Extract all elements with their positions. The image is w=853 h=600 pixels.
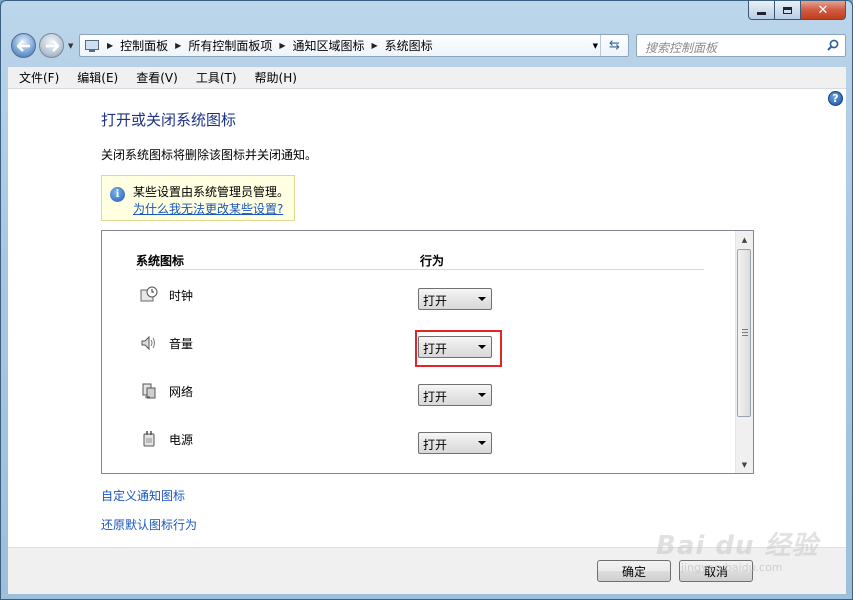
speaker-icon	[141, 335, 155, 351]
item-label-power: 电源	[169, 433, 194, 447]
menu-view[interactable]: 查看(V)	[125, 69, 185, 86]
dropdown-arrow-icon	[478, 393, 486, 397]
menu-file[interactable]: 文件(F)	[8, 69, 66, 86]
behavior-select-power[interactable]: 打开	[418, 432, 492, 454]
list-item: 时钟 打开	[136, 283, 716, 313]
forward-arrow-icon	[45, 39, 59, 52]
chevron-right-icon[interactable]: ▶	[104, 41, 116, 50]
ok-button[interactable]: 确定	[597, 560, 671, 582]
refresh-button[interactable]: ⇆	[600, 35, 628, 56]
page-description: 关闭系统图标将删除该图标并关闭通知。	[101, 148, 318, 162]
scroll-thumb[interactable]	[737, 249, 751, 417]
minimize-icon	[757, 11, 766, 15]
item-label-clock: 时钟	[169, 289, 194, 303]
menu-tools[interactable]: 工具(T)	[185, 69, 244, 86]
computer-icon	[85, 40, 99, 52]
scroll-up-icon[interactable]: ▲	[736, 231, 753, 248]
admin-info-box: i 某些设置由系统管理员管理。 为什么我无法更改某些设置?	[101, 175, 295, 221]
maximize-icon	[783, 6, 792, 14]
column-header-behavior: 行为	[420, 254, 445, 268]
search-placeholder: 搜索控制面板	[645, 41, 718, 55]
why-cannot-change-link[interactable]: 为什么我无法更改某些设置?	[133, 200, 283, 217]
dropdown-arrow-icon	[478, 297, 486, 301]
network-icon	[142, 383, 156, 399]
menu-help[interactable]: 帮助(H)	[244, 69, 304, 86]
chevron-right-icon[interactable]: ▶	[172, 41, 184, 50]
select-value: 打开	[423, 390, 448, 404]
restore-default-behavior-link[interactable]: 还原默认图标行为	[101, 516, 197, 533]
maximize-button[interactable]	[775, 1, 801, 20]
scroll-down-icon[interactable]: ▼	[736, 456, 753, 473]
search-box[interactable]: 搜索控制面板	[636, 34, 846, 57]
button-bar: 确定 取消	[8, 547, 846, 594]
address-dropdown-icon[interactable]: ▼	[593, 42, 598, 50]
chevron-right-icon[interactable]: ▶	[276, 41, 288, 50]
select-value: 打开	[423, 294, 448, 308]
breadcrumb: ▶ 控制面板 ▶ 所有控制面板项 ▶ 通知区域图标 ▶ 系统图标	[104, 35, 437, 56]
breadcrumb-item[interactable]: 系统图标	[381, 37, 437, 54]
search-icon[interactable]	[827, 39, 839, 51]
breadcrumb-item[interactable]: 控制面板	[116, 37, 172, 54]
content-pane: ? 打开或关闭系统图标 关闭系统图标将删除该图标并关闭通知。 i 某些设置由系统…	[8, 89, 846, 547]
help-icon[interactable]: ?	[828, 91, 843, 106]
header-divider	[136, 269, 704, 270]
window-frame: ✕ ▼ ▶ 控制面板 ▶ 所有控制面板项 ▶ 通知区域图标 ▶ 系统图标 ▼ ⇆…	[0, 0, 853, 600]
breadcrumb-item[interactable]: 通知区域图标	[289, 37, 369, 54]
clock-icon	[140, 286, 158, 302]
item-label-network: 网络	[169, 385, 194, 399]
dropdown-arrow-icon	[478, 441, 486, 445]
behavior-select-clock[interactable]: 打开	[418, 288, 492, 310]
menu-edit[interactable]: 编辑(E)	[66, 69, 125, 86]
customize-notification-icons-link[interactable]: 自定义通知图标	[101, 487, 185, 504]
menu-bar: 文件(F) 编辑(E) 查看(V) 工具(T) 帮助(H)	[8, 67, 846, 89]
highlight-box	[415, 330, 502, 367]
chevron-right-icon[interactable]: ▶	[369, 41, 381, 50]
list-item: 电源 打开	[136, 427, 716, 457]
power-icon	[143, 431, 155, 447]
column-header-icon: 系统图标	[136, 254, 185, 268]
grip-icon	[742, 329, 748, 336]
info-icon: i	[110, 187, 125, 202]
admin-info-text: 某些设置由系统管理员管理。	[133, 185, 290, 199]
back-button[interactable]	[11, 33, 36, 58]
back-arrow-icon	[16, 39, 30, 52]
close-button[interactable]: ✕	[801, 1, 846, 20]
list-item: 网络 打开	[136, 379, 716, 409]
system-icons-list: 系统图标 行为 时钟 打开 音量 打开 网络 打开 电源 打开 ▲ ▼	[101, 230, 754, 474]
cancel-button[interactable]: 取消	[679, 560, 753, 582]
close-icon: ✕	[817, 2, 829, 18]
item-label-volume: 音量	[169, 337, 194, 351]
vertical-scrollbar[interactable]: ▲ ▼	[735, 231, 753, 473]
breadcrumb-item[interactable]: 所有控制面板项	[184, 37, 276, 54]
caption-buttons: ✕	[748, 1, 846, 21]
behavior-select-network[interactable]: 打开	[418, 384, 492, 406]
forward-button[interactable]	[39, 33, 64, 58]
page-title: 打开或关闭系统图标	[101, 111, 237, 129]
minimize-button[interactable]	[748, 1, 775, 20]
refresh-icon: ⇆	[609, 38, 620, 53]
address-bar[interactable]: ▶ 控制面板 ▶ 所有控制面板项 ▶ 通知区域图标 ▶ 系统图标 ▼ ⇆	[79, 34, 629, 57]
recent-pages-dropdown[interactable]: ▼	[68, 42, 73, 50]
select-value: 打开	[423, 438, 448, 452]
